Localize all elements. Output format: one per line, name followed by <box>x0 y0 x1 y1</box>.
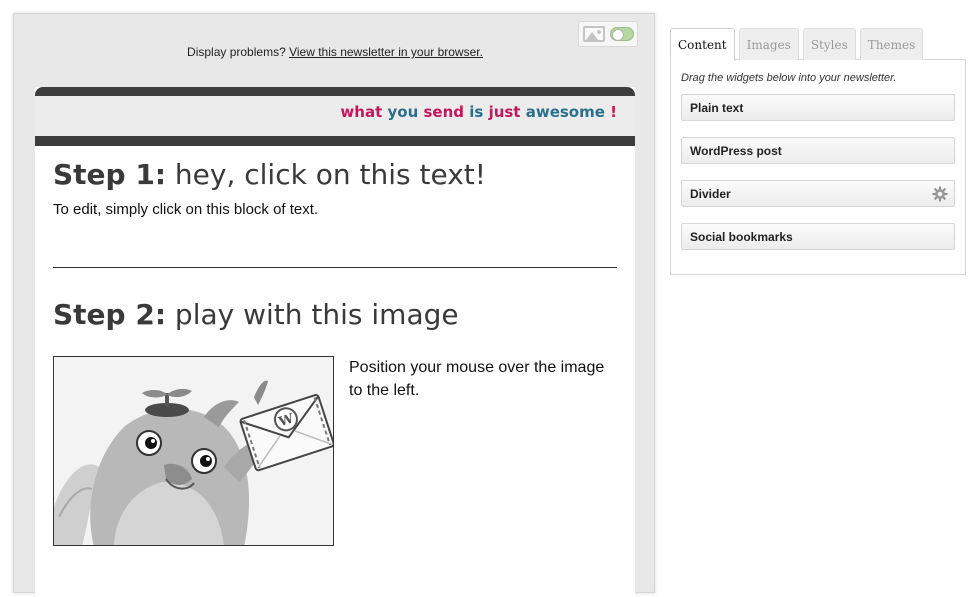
toggle-switch[interactable] <box>609 27 634 41</box>
image-toggle[interactable] <box>578 21 638 47</box>
drag-hint: Drag the widgets below into your newslet… <box>681 72 897 84</box>
gear-icon[interactable] <box>932 186 948 202</box>
tagline-word: ! <box>610 103 617 121</box>
image-icon <box>582 26 605 42</box>
widget-label: WordPress post <box>690 143 782 158</box>
step2-section: Step 2: play with this image W Position … <box>53 298 617 546</box>
bird-mascot-image[interactable]: W <box>53 356 334 546</box>
widget-label: Divider <box>690 186 731 201</box>
widget-label: Plain text <box>690 100 744 115</box>
widgets-panel: Content Images Styles Themes Drag the wi… <box>670 28 966 275</box>
step1-text[interactable]: To edit, simply click on this block of t… <box>53 201 617 218</box>
tagline-word: you <box>387 103 419 121</box>
tagline-word: is <box>469 103 484 121</box>
header-tagline: what you send is just awesome ! <box>340 103 617 121</box>
newsletter-top-bar <box>35 87 635 96</box>
newsletter-divider[interactable] <box>53 267 617 268</box>
step1-label: Step 1: <box>53 158 167 191</box>
panel-tabs: Content Images Styles Themes <box>670 28 966 61</box>
display-problems-line: Display problems? View this newsletter i… <box>14 45 656 59</box>
step2-title-text: play with this image <box>166 298 459 331</box>
step1-title-text: hey, click on this text! <box>166 158 486 191</box>
view-in-browser-link[interactable]: View this newsletter in your browser. <box>289 45 483 59</box>
image-description-text[interactable]: Position your mouse over the image to th… <box>349 356 619 402</box>
step1-title[interactable]: Step 1: hey, click on this text! <box>53 158 617 191</box>
tab-content[interactable]: Content <box>670 28 735 61</box>
newsletter-header[interactable]: what you send is just awesome ! <box>35 96 635 146</box>
tagline-word: what <box>340 103 383 121</box>
widget-social-bookmarks[interactable]: Social bookmarks <box>681 223 955 250</box>
newsletter-canvas: what you send is just awesome ! Step 1: … <box>35 87 635 597</box>
tagline-word: just <box>488 103 521 121</box>
step2-title[interactable]: Step 2: play with this image <box>53 298 617 331</box>
widget-label: Social bookmarks <box>690 229 793 244</box>
tab-styles[interactable]: Styles <box>802 28 856 60</box>
display-problems-text: Display problems? <box>187 45 290 59</box>
content-tab-panel: Drag the widgets below into your newslet… <box>670 59 966 275</box>
bird-illustration: W <box>54 357 333 545</box>
tagline-word: send <box>423 103 465 121</box>
widget-plain-text[interactable]: Plain text <box>681 94 955 121</box>
widget-divider[interactable]: Divider <box>681 180 955 207</box>
step2-label: Step 2: <box>53 298 167 331</box>
tab-images[interactable]: Images <box>738 28 799 60</box>
tab-themes[interactable]: Themes <box>859 28 924 60</box>
widget-wordpress-post[interactable]: WordPress post <box>681 137 955 164</box>
newsletter-body: Step 1: hey, click on this text! To edit… <box>35 146 635 596</box>
tagline-word: awesome <box>525 103 605 121</box>
newsletter-editor: Display problems? View this newsletter i… <box>13 13 656 597</box>
